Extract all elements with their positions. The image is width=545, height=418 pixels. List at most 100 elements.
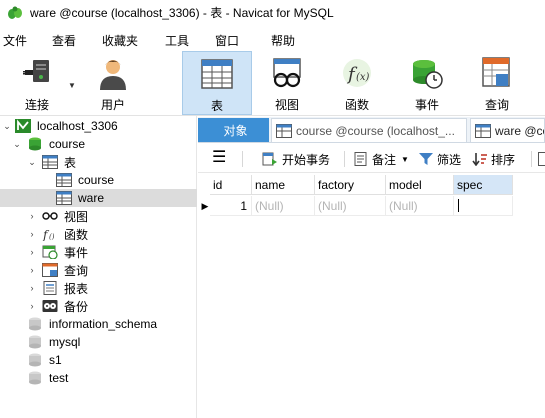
toolbar-separator: [344, 151, 345, 167]
view-button[interactable]: 视图: [262, 51, 312, 115]
chevron-down-icon[interactable]: ▼: [401, 155, 409, 164]
database-icon: [29, 353, 41, 367]
event-button[interactable]: 事件: [402, 51, 452, 115]
chevron-down-icon[interactable]: ⌄: [12, 139, 22, 150]
database-icon: [29, 371, 41, 385]
view-icon: [267, 55, 307, 91]
menu-help[interactable]: 帮助: [271, 32, 295, 49]
tab-course[interactable]: course @course (localhost_...: [271, 118, 467, 142]
table-cell[interactable]: (Null): [252, 196, 315, 216]
chevron-right-icon[interactable]: ›: [27, 265, 37, 275]
tree-backups-label: 备份: [64, 299, 89, 314]
table-label: 表: [210, 99, 223, 113]
connect-button[interactable]: 连接: [12, 51, 62, 115]
chevron-right-icon[interactable]: ›: [27, 211, 37, 221]
tree-connection-label: localhost_3306: [37, 119, 118, 133]
begin-transaction-label: 开始事务: [282, 152, 331, 167]
chevron-right-icon[interactable]: ›: [27, 283, 37, 293]
menu-bar: 文件 查看 收藏夹 工具 窗口 帮助: [0, 27, 545, 51]
tree-events-label: 事件: [64, 245, 89, 260]
tree-tables-folder[interactable]: ⌄ 表: [0, 153, 197, 171]
filter-button[interactable]: 筛选: [418, 151, 461, 167]
tree-functions[interactable]: › f () 函数: [0, 225, 197, 243]
hamburger-menu-icon[interactable]: ☰: [212, 149, 226, 166]
tree-reports[interactable]: › 报表: [0, 279, 197, 297]
tree-queries[interactable]: › 查询: [0, 261, 197, 279]
tab-objects[interactable]: 对象: [198, 118, 269, 142]
toolbar-separator: [242, 151, 243, 167]
table-cell[interactable]: (Null): [386, 196, 454, 216]
tab-ware[interactable]: ware @co: [470, 118, 545, 142]
tree-database-course[interactable]: ⌄ course: [0, 135, 197, 153]
query-button[interactable]: 查询: [472, 51, 522, 115]
tree-database-label: information_schema: [49, 317, 158, 331]
table-icon: [56, 191, 72, 205]
tree-database-label: s1: [49, 353, 62, 367]
chevron-right-icon[interactable]: ›: [27, 229, 37, 239]
column-header-model[interactable]: model: [386, 175, 454, 195]
tree-queries-label: 查询: [64, 263, 89, 278]
menu-favorites[interactable]: 收藏夹: [102, 32, 138, 49]
column-header-id[interactable]: id: [210, 175, 252, 195]
event-icon: [42, 245, 58, 259]
chevron-down-icon[interactable]: ⌄: [2, 121, 12, 132]
table-cell[interactable]: (Null): [315, 196, 386, 216]
column-header-factory[interactable]: factory: [315, 175, 386, 195]
tree-backups[interactable]: › 备份: [0, 297, 197, 315]
tree-database-information-schema[interactable]: information_schema: [0, 315, 197, 333]
begin-transaction-button[interactable]: 开始事务: [262, 151, 330, 167]
table-icon: [42, 155, 58, 169]
tab-course-label: course @course (localhost_...: [296, 123, 455, 138]
tree-tables-label: 表: [64, 155, 77, 170]
query-label: 查询: [484, 98, 509, 112]
view-icon: [42, 212, 58, 220]
table-icon: [197, 56, 237, 92]
query-icon: [477, 55, 517, 91]
user-button[interactable]: 用户: [88, 51, 138, 115]
table-cell-editing[interactable]: [454, 196, 513, 216]
table-cell[interactable]: 1: [210, 196, 252, 216]
tree-table-ware[interactable]: ware: [0, 189, 197, 207]
connect-dropdown-icon[interactable]: ▼: [68, 81, 76, 90]
column-header-name[interactable]: name: [252, 175, 315, 195]
tree-views[interactable]: › 视图: [0, 207, 197, 225]
menu-view[interactable]: 查看: [52, 32, 76, 49]
tree-database-s1[interactable]: s1: [0, 351, 197, 369]
event-label: 事件: [414, 98, 439, 112]
table-button[interactable]: 表: [182, 51, 252, 115]
text-cursor: [458, 199, 459, 212]
plug-icon: [17, 55, 57, 91]
window-title: ware @course (localhost_3306) - 表 - Navi…: [30, 6, 334, 20]
function-button[interactable]: f (x) 函数: [332, 51, 382, 115]
tree-connection[interactable]: ⌄ localhost_3306: [0, 117, 197, 135]
filter-icon: [419, 153, 433, 165]
report-icon: [43, 281, 57, 295]
filter-label: 筛选: [437, 152, 462, 167]
chevron-right-icon[interactable]: ›: [27, 301, 37, 311]
table-icon: [56, 173, 72, 187]
import-icon[interactable]: [538, 151, 545, 167]
tree-table-label: course: [78, 173, 115, 187]
tree-reports-label: 报表: [64, 281, 89, 296]
tree-database-test[interactable]: test: [0, 369, 197, 387]
chevron-down-icon[interactable]: ⌄: [27, 157, 37, 168]
sort-label: 排序: [491, 152, 516, 167]
tree-events[interactable]: › 事件: [0, 243, 197, 261]
sort-button[interactable]: 排序: [472, 151, 515, 167]
column-header-spec[interactable]: spec: [454, 175, 513, 195]
tree-database-mysql[interactable]: mysql: [0, 333, 197, 351]
memo-button[interactable]: 备注 ▼: [354, 151, 409, 167]
view-label: 视图: [274, 98, 299, 112]
table-icon: [475, 123, 491, 138]
tab-ware-label: ware @co: [495, 123, 545, 138]
tree-database-label: mysql: [49, 335, 81, 349]
menu-file[interactable]: 文件: [3, 32, 27, 49]
chevron-right-icon[interactable]: ›: [27, 247, 37, 257]
function-label: 函数: [344, 98, 369, 112]
user-icon: [93, 55, 133, 91]
svg-text:(): (): [49, 233, 55, 241]
menu-window[interactable]: 窗口: [215, 32, 239, 49]
tree-table-course[interactable]: course: [0, 171, 197, 189]
tree-functions-label: 函数: [64, 227, 89, 242]
menu-tools[interactable]: 工具: [165, 32, 189, 49]
